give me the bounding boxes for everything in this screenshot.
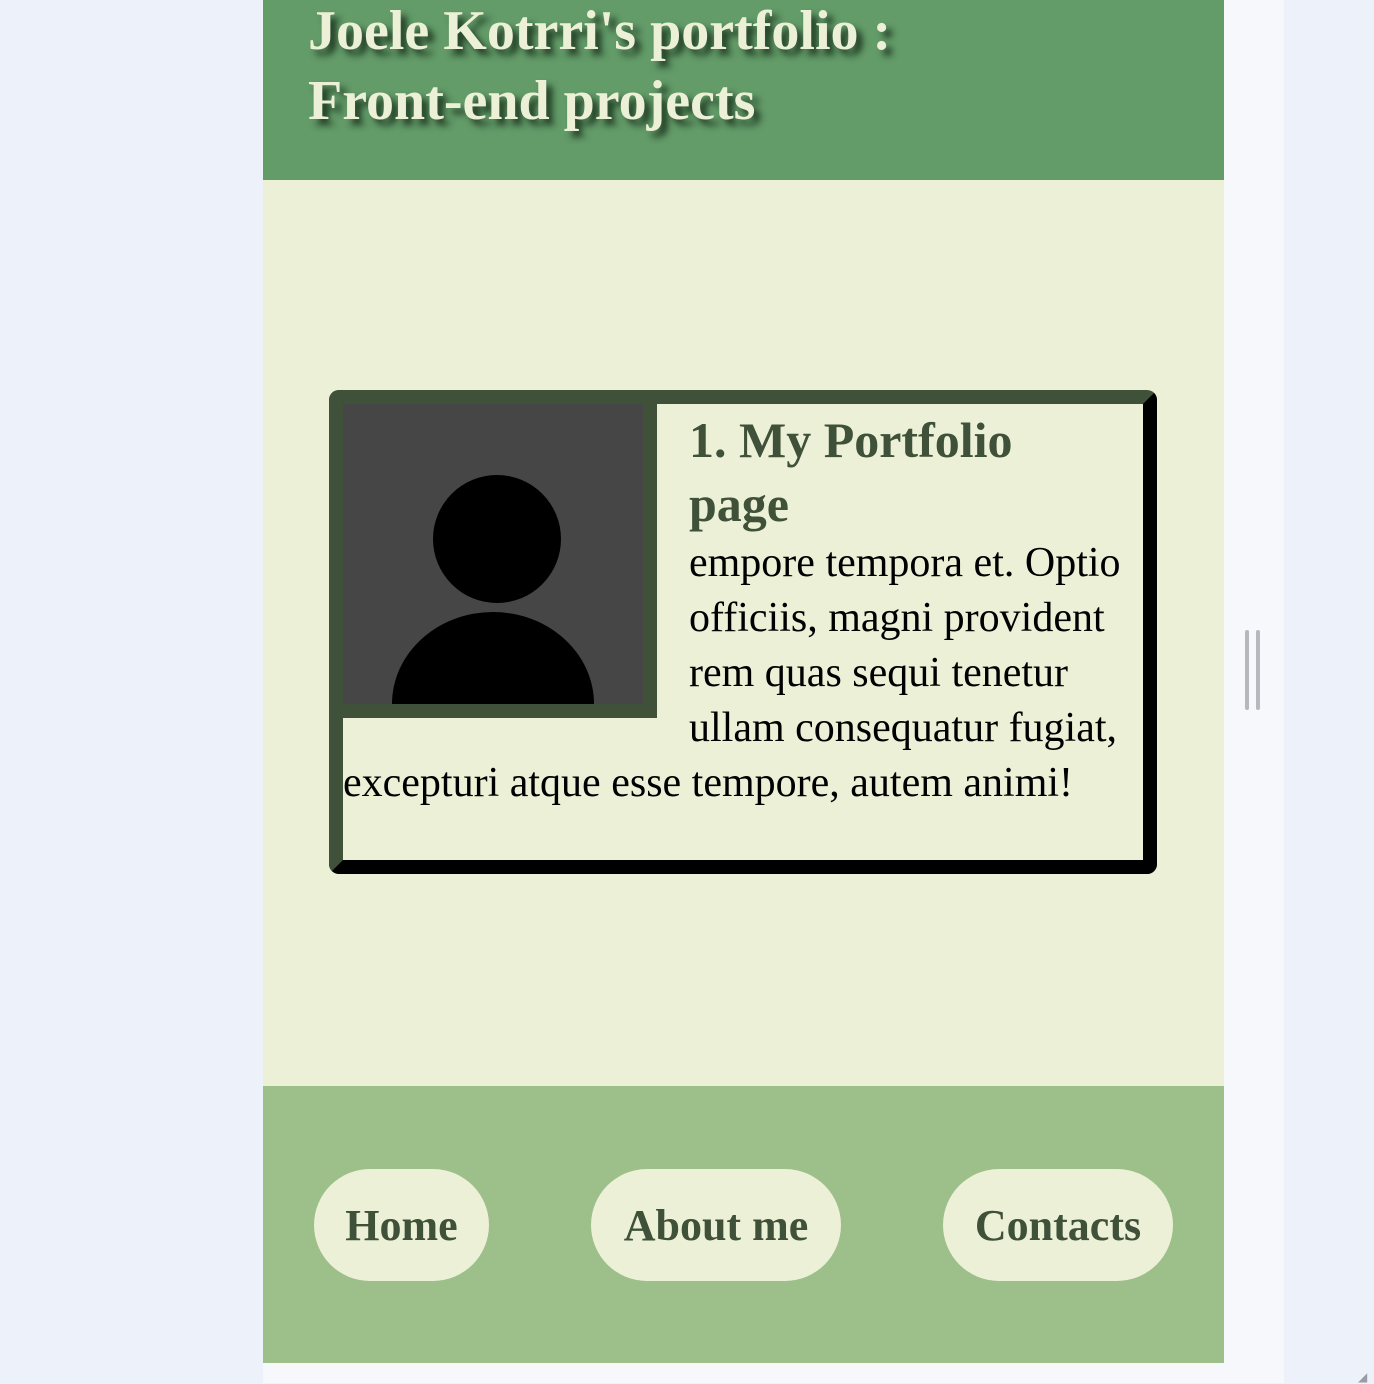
project-image: [343, 404, 657, 718]
project-card: 1. My Portfolio page empore tempora et. O…: [329, 390, 1157, 874]
page-viewport: Joele Kotrri's portfolio : Front-end proj…: [263, 0, 1224, 1363]
page-title: Joele Kotrri's portfolio : Front-end proj…: [308, 0, 1068, 136]
page-title-line-2: Front-end projects: [308, 70, 756, 132]
nav-contacts-button[interactable]: Contacts: [943, 1169, 1173, 1281]
page-title-line-1: Joele Kotrri's portfolio :: [308, 0, 892, 62]
nav-home-button[interactable]: Home: [314, 1169, 489, 1281]
avatar-placeholder-icon: [392, 475, 594, 704]
site-header: Joele Kotrri's portfolio : Front-end proj…: [263, 0, 1224, 180]
site-footer: Home About me Contacts: [263, 1086, 1224, 1363]
resize-handle[interactable]: [1245, 630, 1263, 710]
resize-grip-line: [1245, 630, 1249, 710]
viewport-bottom-strip: [263, 1363, 1224, 1383]
nav-about-me-button[interactable]: About me: [591, 1169, 841, 1281]
devtools-right-area: [1284, 0, 1374, 1383]
project-title-line-2: page: [689, 476, 789, 532]
resize-corner-icon[interactable]: ◢: [1358, 1371, 1372, 1383]
project-title-line-1: 1. My Portfolio: [689, 412, 1013, 468]
resize-grip-line: [1256, 630, 1260, 710]
